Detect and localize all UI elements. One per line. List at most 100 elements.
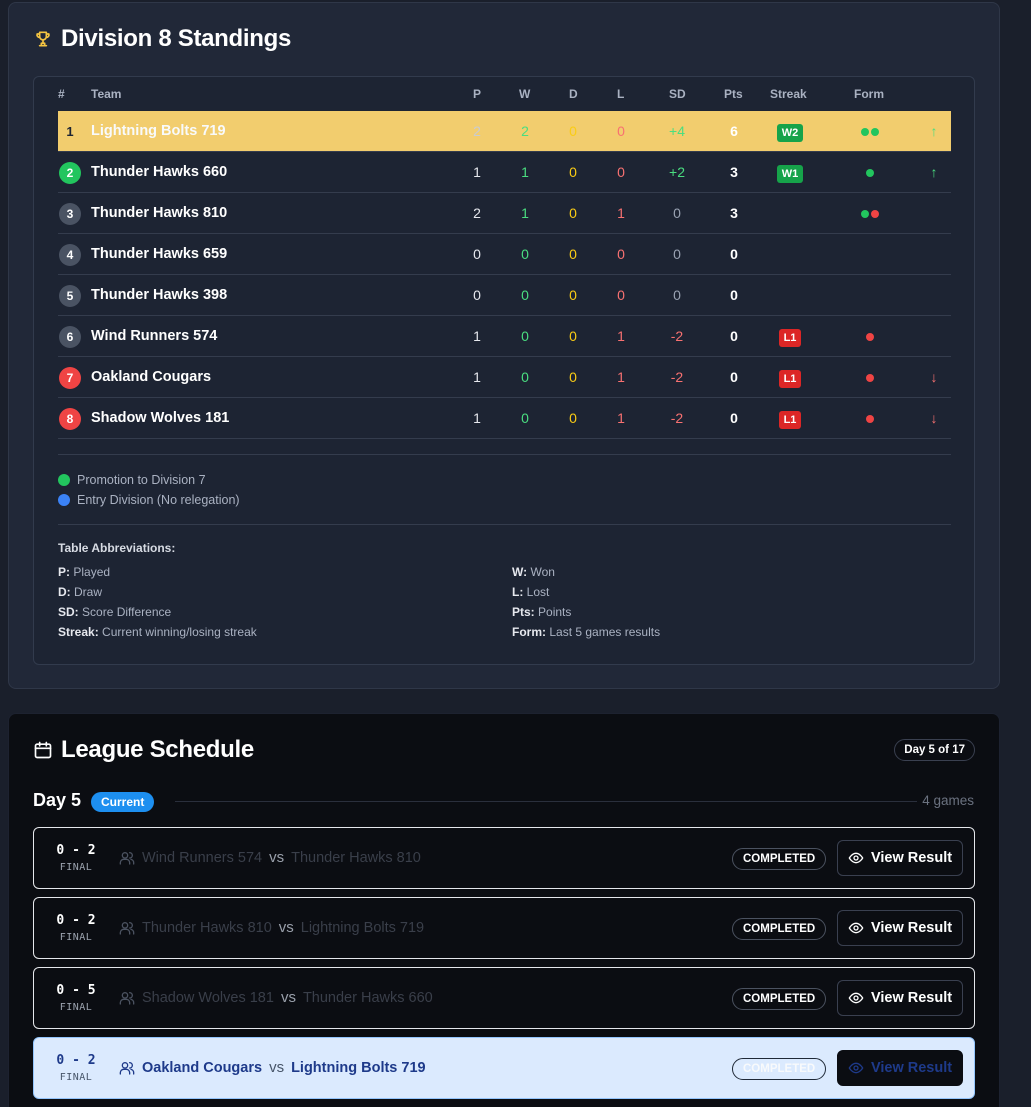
cell-position: 3 [58,193,82,233]
view-result-button[interactable]: View Result [837,1050,963,1086]
match-final-label: FINAL [59,932,93,943]
cell-draw: 0 [569,246,577,262]
cell-trend: ↑ [924,111,944,151]
cell-won: 2 [521,123,529,139]
vs-label: vs [269,1059,285,1076]
match-card[interactable]: 0 - 2 FINAL Wind Runners 574 vs Thunder Hawk… [33,827,975,889]
abbr-pts: Pts: Points [512,605,572,619]
cell-won: 0 [521,328,529,344]
cell-points: 6 [730,123,738,139]
users-icon [119,922,135,935]
cell-score-diff: +2 [669,164,685,180]
position-badge: 4 [59,244,81,266]
vs-label: vs [269,849,285,866]
table-row: 8 Shadow Wolves 181 1 0 0 1 -2 0 L1 ↓ [58,398,951,439]
cell-lost: 0 [617,164,625,180]
streak-badge: W2 [776,124,804,142]
cell-points: 0 [730,287,738,303]
match-score: 0 - 2 [56,1053,96,1068]
users-icon [119,1062,135,1075]
cell-streak: L1 [772,398,808,438]
match-score: 0 - 2 [56,843,96,858]
view-result-label: View Result [870,920,953,936]
cell-lost: 0 [617,123,625,139]
cell-score-diff: 0 [673,205,681,221]
cell-score-diff: 0 [673,246,681,262]
view-result-button[interactable]: View Result [837,910,963,946]
legend-dot-green [58,474,70,486]
cell-lost: 1 [617,205,625,221]
team-name[interactable]: Thunder Hawks 659 [91,234,227,274]
cell-points: 3 [730,205,738,221]
header-sd: SD [669,87,686,101]
cell-won: 0 [521,410,529,426]
cell-lost: 0 [617,246,625,262]
team-name[interactable]: Shadow Wolves 181 [91,398,229,438]
cell-trend: ↑ [924,152,944,192]
abbreviations-title: Table Abbreviations: [58,541,176,555]
cell-lost: 1 [617,410,625,426]
team-name[interactable]: Thunder Hawks 810 [91,193,227,233]
home-team: Shadow Wolves 181 [142,990,274,1006]
team-name[interactable]: Wind Runners 574 [91,316,217,356]
day-progress-badge: Day 5 of 17 [894,739,975,761]
team-name[interactable]: Thunder Hawks 398 [91,275,227,315]
match-teams: Shadow Wolves 181 vs Thunder Hawks 660 [142,989,433,1006]
cell-lost: 0 [617,287,625,303]
cell-won: 0 [521,246,529,262]
match-teams: Oakland Cougars vs Lightning Bolts 719 [142,1059,426,1076]
abbr-streak: Streak: Current winning/losing streak [58,625,257,639]
cell-played: 1 [473,164,481,180]
day-divider [175,801,917,802]
calendar-icon [34,741,52,759]
standings-title-text: Division 8 Standings [61,25,292,52]
cell-streak: L1 [772,357,808,397]
cell-played: 1 [473,410,481,426]
cell-position: 6 [58,316,82,356]
cell-draw: 0 [569,287,577,303]
cell-played: 2 [473,123,481,139]
eye-icon [848,992,864,1004]
abbr-played: P: Played [58,565,111,579]
legend-entry: Entry Division (No relegation) [58,493,240,507]
match-final-label: FINAL [59,1002,93,1013]
standings-table-container: # Team P W D L SD Pts Streak Form 1 Light… [33,76,975,665]
cell-position: 8 [58,398,82,438]
cell-played: 1 [473,369,481,385]
arrow-down-icon: ↓ [930,369,938,385]
cell-score-diff: 0 [673,287,681,303]
match-final-label: FINAL [59,862,93,873]
team-name[interactable]: Oakland Cougars [91,357,211,397]
team-name[interactable]: Thunder Hawks 660 [91,152,227,192]
schedule-card: League Schedule Day 5 of 17 Day 5 Curren… [8,713,1000,1107]
cell-won: 0 [521,287,529,303]
cell-won: 1 [521,205,529,221]
legend-dot-blue [58,494,70,506]
status-badge: COMPLETED [732,848,827,870]
cell-draw: 0 [569,164,577,180]
cell-points: 3 [730,164,738,180]
match-card[interactable]: 0 - 2 FINAL Oakland Cougars vs Lightning Bol… [33,1037,975,1099]
home-team: Oakland Cougars [142,1060,263,1076]
cell-form [846,357,894,397]
cell-lost: 1 [617,328,625,344]
form-loss-dot [866,374,874,383]
cell-trend [924,193,944,233]
arrow-up-icon: ↑ [930,123,938,139]
arrow-up-icon: ↑ [930,164,938,180]
match-teams: Wind Runners 574 vs Thunder Hawks 810 [142,849,421,866]
form-loss-dot [866,415,874,424]
team-name[interactable]: Lightning Bolts 719 [91,111,226,151]
view-result-button[interactable]: View Result [837,980,963,1016]
cell-lost: 1 [617,369,625,385]
match-card[interactable]: 0 - 2 FINAL Thunder Hawks 810 vs Lightning B… [33,897,975,959]
table-row: 7 Oakland Cougars 1 0 0 1 -2 0 L1 ↓ [58,357,951,398]
cell-trend: ↓ [924,357,944,397]
users-icon [119,852,135,865]
match-card[interactable]: 0 - 5 FINAL Shadow Wolves 181 vs Thunder Haw… [33,967,975,1029]
view-result-button[interactable]: View Result [837,840,963,876]
table-row: 6 Wind Runners 574 1 0 0 1 -2 0 L1 [58,316,951,357]
cell-won: 1 [521,164,529,180]
cell-points: 0 [730,410,738,426]
users-icon [119,992,135,1005]
